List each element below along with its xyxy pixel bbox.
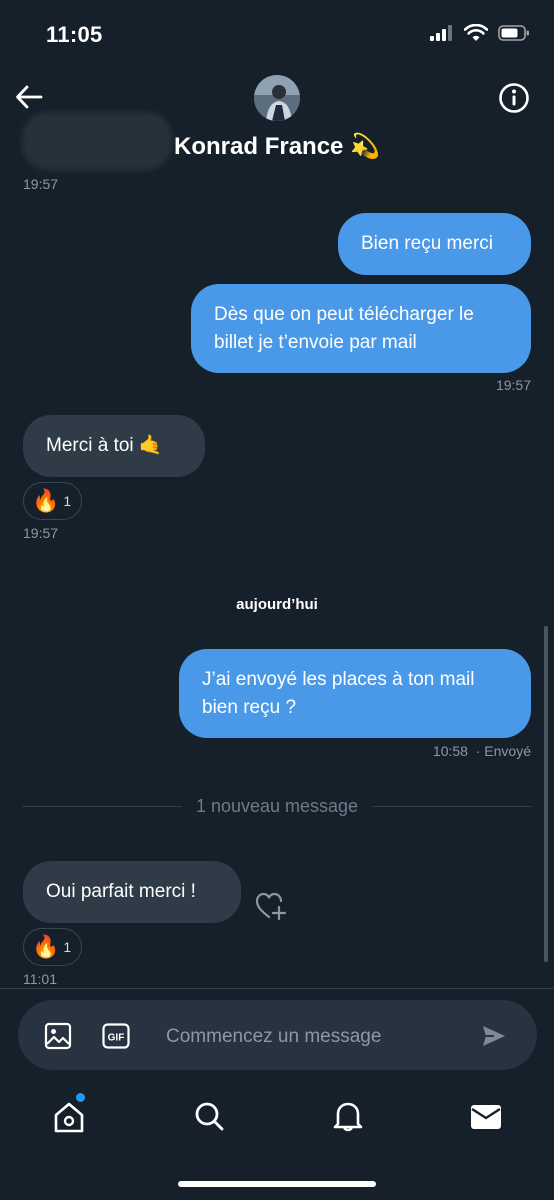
add-reaction-button[interactable]: [255, 891, 287, 926]
badge-emoji: 💫: [350, 133, 380, 160]
outgoing-message[interactable]: Bien reçu merci: [338, 213, 531, 275]
arrow-left-icon: [16, 85, 43, 109]
reaction-badge[interactable]: 🔥 1: [23, 928, 83, 966]
message-text: Merci à toi 🤙: [46, 435, 163, 456]
new-messages-label: 1 nouveau message: [181, 796, 373, 816]
reaction-count: 1: [63, 939, 72, 955]
heart-plus-icon: [255, 892, 287, 921]
image-icon: [44, 1022, 72, 1050]
search-icon: [195, 1102, 224, 1131]
conversation-title[interactable]: Konrad France 💫: [0, 132, 554, 161]
incoming-message[interactable]: Oui parfait merci !: [23, 861, 241, 923]
gif-icon: GIF: [102, 1023, 130, 1049]
message-timestamp: 19:57: [23, 176, 59, 192]
message-text-line: Dès que on peut télécharger le: [214, 304, 474, 325]
outgoing-message[interactable]: J’ai envoyé les places à ton mail bien r…: [179, 649, 531, 738]
home-icon: [54, 1102, 84, 1133]
nav-notifications[interactable]: [333, 1100, 363, 1137]
back-button[interactable]: [14, 82, 44, 112]
message-timestamp: 19:57: [23, 525, 59, 541]
composer-divider: [0, 988, 554, 989]
status-time: 11:05: [46, 22, 103, 47]
image-button[interactable]: [44, 1022, 72, 1055]
message-meta: 10:58 · Envoyé: [433, 743, 531, 759]
day-separator: aujourd’hui: [236, 596, 318, 613]
incoming-message[interactable]: Merci à toi 🤙: [23, 415, 205, 477]
send-icon: [483, 1026, 505, 1046]
wifi-icon: [464, 24, 488, 41]
message-input[interactable]: [164, 1022, 468, 1052]
info-icon: [499, 83, 529, 113]
fire-reaction-icon: 🔥: [32, 488, 60, 513]
notification-dot: [76, 1093, 85, 1102]
scrollbar[interactable]: [544, 626, 548, 962]
message-timestamp: 10:58: [432, 743, 468, 759]
gif-label: GIF: [108, 1033, 125, 1044]
contact-name: Konrad France: [174, 133, 344, 160]
status-icons: [430, 24, 530, 42]
fire-reaction-icon: 🔥: [32, 934, 60, 959]
message-text: Oui parfait merci !: [46, 881, 196, 902]
message-text: Bien reçu merci: [361, 233, 493, 254]
nav-messages[interactable]: [470, 1104, 502, 1135]
new-messages-label-wrap: 1 nouveau message: [0, 796, 554, 817]
bell-icon: [333, 1102, 363, 1132]
home-indicator: [178, 1181, 376, 1187]
battery-icon: [498, 25, 529, 41]
message-timestamp: 19:57: [495, 377, 531, 393]
reaction-badge[interactable]: 🔥 1: [23, 482, 83, 520]
info-button[interactable]: [498, 82, 530, 114]
nav-search[interactable]: [193, 1100, 225, 1137]
avatar-photo: [254, 75, 300, 121]
signal-icon: [430, 25, 452, 41]
message-text-line: billet je t’envoie par mail: [214, 332, 417, 353]
send-button[interactable]: [480, 1022, 508, 1055]
mail-icon: [471, 1105, 501, 1129]
message-composer: GIF: [18, 1000, 537, 1070]
message-text-line: bien reçu ?: [202, 697, 297, 718]
nav-home[interactable]: [52, 1093, 86, 1139]
delivery-status: · Envoyé: [475, 743, 531, 759]
message-text-line: J’ai envoyé les places à ton mail: [202, 669, 475, 690]
reaction-count: 1: [63, 493, 72, 509]
outgoing-message[interactable]: Dès que on peut télécharger le billet je…: [191, 284, 531, 373]
avatar[interactable]: [254, 75, 300, 121]
message-timestamp: 11:01: [23, 971, 57, 987]
gif-button[interactable]: GIF: [102, 1022, 130, 1055]
